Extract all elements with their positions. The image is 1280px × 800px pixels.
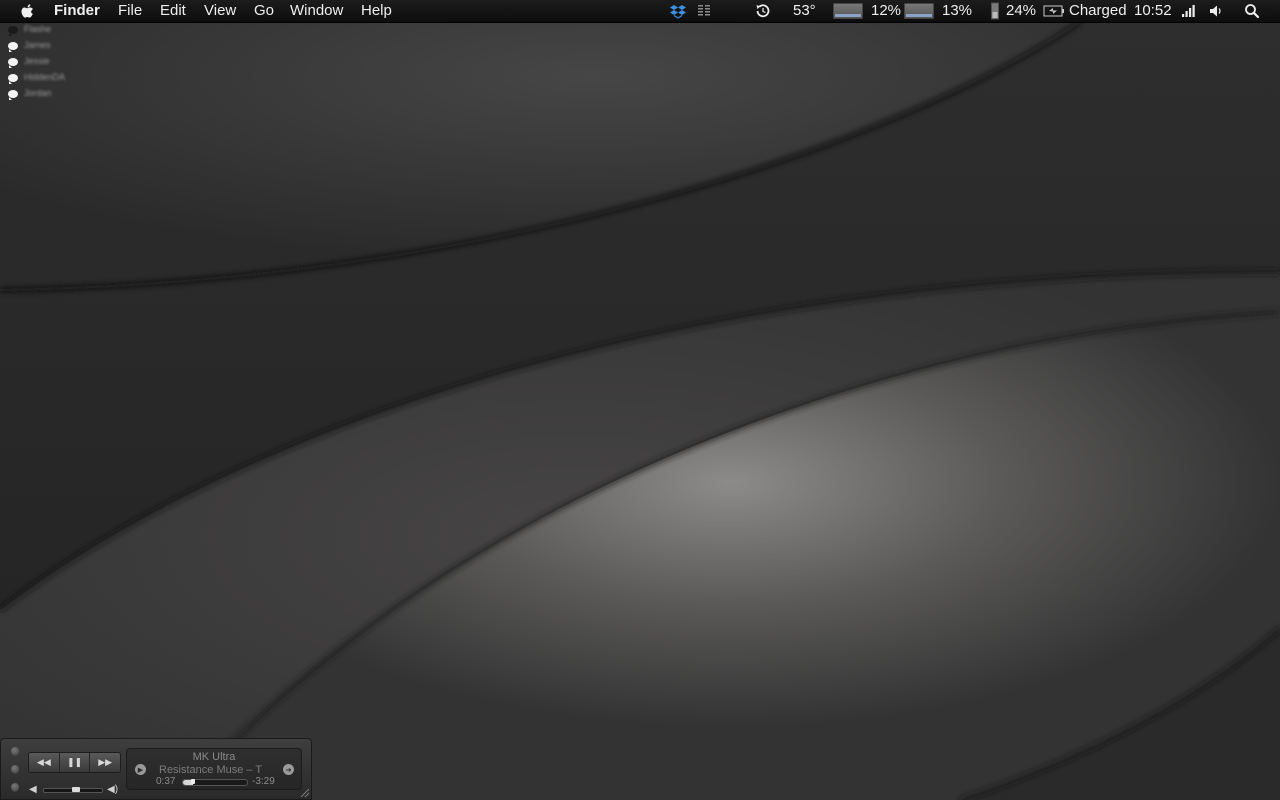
menu-help[interactable]: Help	[361, 0, 392, 22]
now-playing-display: ▶ MK Ultra Resistance Muse – T 0:37 -3:2…	[126, 748, 302, 790]
close-dot-button[interactable]	[11, 747, 19, 755]
cpu-meter-icon[interactable]	[833, 3, 863, 19]
fast-forward-icon: ▶▶	[98, 757, 113, 767]
cpu-readout[interactable]: 12%	[871, 0, 901, 22]
resize-grip-icon[interactable]	[301, 789, 309, 797]
wifi-icon[interactable]	[1181, 0, 1197, 22]
rewind-icon: ◀◀	[36, 757, 51, 767]
switch-view-icon[interactable]: ➜	[283, 764, 294, 775]
dropbox-icon[interactable]	[670, 0, 686, 22]
apple-icon[interactable]	[18, 0, 38, 22]
menu-go[interactable]: Go	[254, 0, 274, 22]
time-machine-icon[interactable]	[753, 0, 773, 22]
menu-edit[interactable]: Edit	[160, 0, 186, 22]
chat-bubble-icon	[8, 74, 18, 84]
elapsed-time: 0:37	[156, 776, 176, 787]
volume-slider[interactable]	[43, 787, 103, 793]
spotlight-icon[interactable]	[1244, 0, 1260, 22]
track-artist-album: Resistance Muse – T	[159, 764, 263, 776]
clock[interactable]: 10:52	[1134, 0, 1172, 22]
mini-player: ◀◀ ❚❚ ▶▶ ◀ ◀) ▶ MK Ultra Resistance Muse…	[0, 738, 312, 800]
buddy-item[interactable]: Flashe	[6, 23, 126, 39]
volume-high-icon: ◀)	[107, 784, 119, 795]
disk-readout[interactable]: 24%	[1006, 0, 1036, 22]
buddy-item[interactable]: Jessie	[6, 55, 126, 71]
chat-bubble-icon	[8, 42, 18, 52]
memory-meter-icon[interactable]	[904, 3, 934, 19]
minimize-dot-button[interactable]	[11, 765, 19, 773]
play-circle-icon[interactable]: ▶	[135, 764, 146, 775]
progress-knob[interactable]	[191, 779, 195, 784]
battery-icon[interactable]	[1043, 0, 1065, 22]
volume-knob[interactable]	[72, 787, 80, 792]
buddy-item[interactable]: HiddenDA	[6, 71, 126, 87]
buddy-name: Jessie	[24, 56, 50, 66]
fast-forward-button[interactable]: ▶▶	[90, 753, 120, 772]
buddy-name: Flashe	[24, 24, 52, 34]
pause-button[interactable]: ❚❚	[60, 753, 91, 772]
buddy-name: Jordan	[24, 88, 52, 98]
pause-icon: ❚❚	[66, 757, 83, 767]
buddy-list: Flashe James Jessie HiddenDA Jordan	[6, 23, 126, 103]
menu-list-icon[interactable]	[697, 0, 711, 22]
buddy-item[interactable]: Jordan	[6, 87, 126, 103]
transport-controls: ◀◀ ❚❚ ▶▶	[28, 752, 121, 773]
buddy-name: James	[24, 40, 51, 50]
memory-readout[interactable]: 13%	[942, 0, 972, 22]
zoom-dot-button[interactable]	[11, 783, 19, 791]
buddy-name: HiddenDA	[24, 72, 66, 82]
rewind-button[interactable]: ◀◀	[29, 753, 60, 772]
track-title: MK Ultra	[192, 751, 236, 763]
chat-bubble-icon	[8, 90, 18, 100]
chat-bubble-icon	[8, 58, 18, 68]
volume-icon[interactable]	[1208, 0, 1224, 22]
chat-bubble-icon	[8, 26, 18, 36]
menu-view[interactable]: View	[204, 0, 236, 22]
menu-app-name[interactable]: Finder	[54, 0, 100, 22]
remaining-time: -3:29	[252, 776, 275, 787]
progress-bar[interactable]	[182, 779, 248, 786]
volume-low-icon: ◀	[29, 784, 37, 795]
menu-file[interactable]: File	[118, 0, 142, 22]
disk-icon[interactable]	[990, 0, 1000, 22]
buddy-item[interactable]: James	[6, 39, 126, 55]
volume-control: ◀ ◀)	[29, 783, 124, 797]
menu-window[interactable]: Window	[290, 0, 343, 22]
battery-status[interactable]: Charged	[1069, 0, 1127, 22]
desktop-wallpaper	[0, 0, 1280, 800]
menu-bar: Finder File Edit View Go Window Help 53°…	[0, 0, 1280, 23]
temperature-readout[interactable]: 53°	[793, 0, 816, 22]
